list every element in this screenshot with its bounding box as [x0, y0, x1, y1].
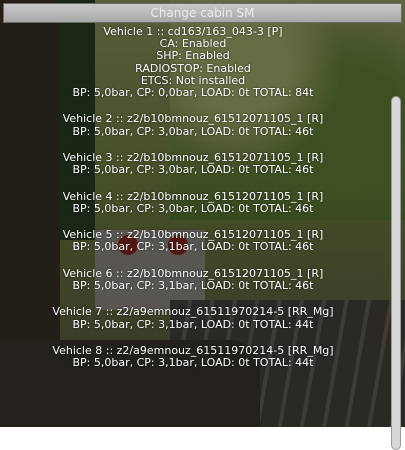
vehicle-entry-7: Vehicle 7 :: z2/a9emnouz_61511970214-5 […	[0, 305, 386, 331]
vehicle-status: BP: 5,0bar, CP: 0,0bar, LOAD: 0t TOTAL: …	[72, 86, 314, 100]
vehicle-entry-8: Vehicle 8 :: z2/a9emnouz_61511970214-5 […	[0, 344, 386, 370]
vehicle-status: BP: 5,0bar, CP: 3,0bar, LOAD: 0t TOTAL: …	[72, 124, 314, 138]
vehicle-status: BP: 5,0bar, CP: 3,0bar, LOAD: 0t TOTAL: …	[72, 201, 314, 215]
vertical-scrollbar[interactable]	[390, 24, 402, 450]
vehicle-entry-1: Vehicle 1 :: cd163/163_043-3 [P] CA: Ena…	[0, 26, 386, 99]
vehicle-header: Vehicle 7 :: z2/a9emnouz_61511970214-5 […	[52, 305, 334, 319]
vehicle-list: Vehicle 1 :: cd163/163_043-3 [P] CA: Ena…	[0, 26, 386, 427]
vehicle-status: BP: 5,0bar, CP: 3,0bar, LOAD: 0t TOTAL: …	[72, 163, 314, 177]
vehicle-detail-radiostop: RADIOSTOP: Enabled	[135, 61, 251, 75]
vehicle-status: BP: 5,0bar, CP: 3,1bar, LOAD: 0t TOTAL: …	[72, 356, 314, 370]
vehicle-entry-3: Vehicle 3 :: z2/b10bmnouz_61512071105_1 …	[0, 151, 386, 177]
vehicle-status: BP: 5,0bar, CP: 3,1bar, LOAD: 0t TOTAL: …	[72, 240, 314, 254]
vehicle-entry-4: Vehicle 4 :: z2/b10bmnouz_61512071105_1 …	[0, 189, 386, 215]
vehicle-status: BP: 5,0bar, CP: 3,1bar, LOAD: 0t TOTAL: …	[72, 278, 314, 292]
vehicle-header: Vehicle 4 :: z2/b10bmnouz_61512071105_1 …	[62, 189, 324, 203]
vehicle-entry-2: Vehicle 2 :: z2/b10bmnouz_61512071105_1 …	[0, 112, 386, 138]
vehicle-status: BP: 5,0bar, CP: 3,1bar, LOAD: 0t TOTAL: …	[72, 317, 314, 331]
window-title-bar[interactable]: Change cabin SM	[3, 3, 402, 23]
vehicle-header: Vehicle 2 :: z2/b10bmnouz_61512071105_1 …	[62, 112, 324, 126]
vehicle-entry-6: Vehicle 6 :: z2/b10bmnouz_61512071105_1 …	[0, 267, 386, 292]
window-title: Change cabin SM	[150, 6, 255, 20]
vehicle-entry-5: Vehicle 5 :: z2/b10bmnouz_61512071105_1 …	[0, 228, 386, 254]
vehicle-detail-shp: SHP: Enabled	[156, 49, 230, 63]
scrollbar-thumb[interactable]	[391, 96, 401, 450]
